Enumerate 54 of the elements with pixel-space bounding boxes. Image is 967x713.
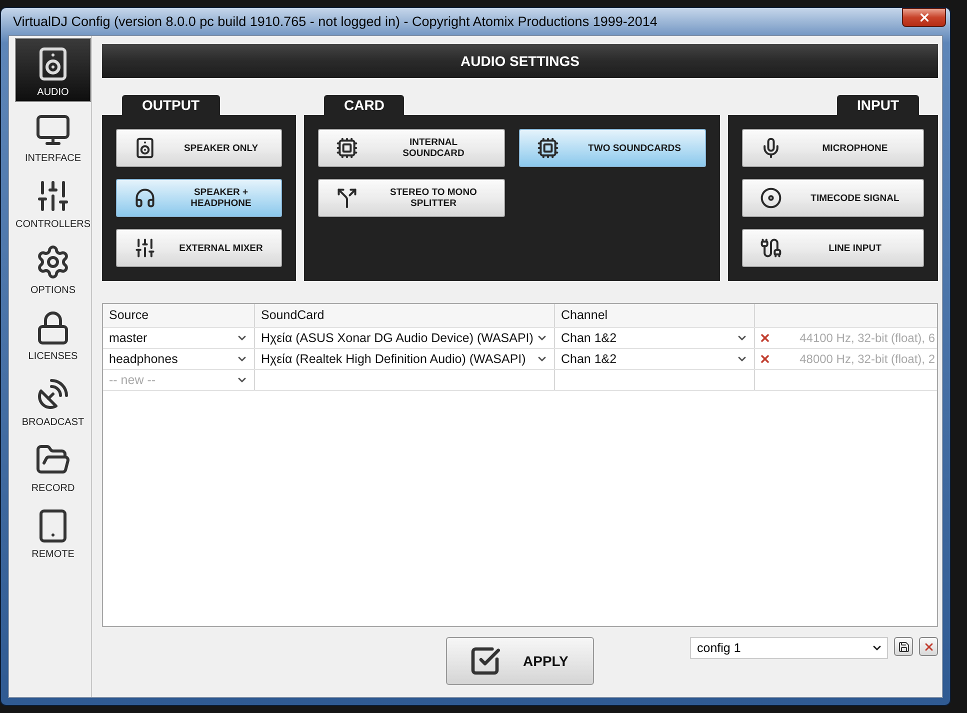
sidebar-item[interactable]: LICENSES	[15, 302, 91, 366]
monitor-icon	[35, 112, 71, 148]
apply-button[interactable]: APPLY	[446, 637, 594, 685]
option-button[interactable]: SPEAKER + HEADPHONE	[116, 179, 282, 217]
option-button[interactable]: STEREO TO MONO SPLITTER	[318, 179, 505, 217]
channel-dropdown[interactable]: Chan 1&2	[555, 349, 755, 369]
window-title: VirtualDJ Config (version 8.0.0 pc build 1910.765 - not logged in) - Copyright Atomix Productions 1999-2014	[13, 14, 658, 29]
sidebar-item[interactable]: CONTROLLERS	[15, 170, 91, 234]
option-button[interactable]: SPEAKER ONLY	[116, 129, 282, 167]
checkbox-icon	[469, 645, 501, 677]
option-button[interactable]: TWO SOUNDCARDS	[519, 129, 706, 167]
option-button[interactable]: EXTERNAL MIXER	[116, 229, 282, 267]
source-dropdown[interactable]: master	[103, 328, 255, 348]
cable-icon	[760, 237, 782, 259]
option-button[interactable]: LINE INPUT	[742, 229, 924, 267]
sidebar-item[interactable]: BROADCAST	[15, 368, 91, 432]
splitter-cable-icon	[336, 187, 358, 209]
option-button[interactable]: MICROPHONE	[742, 129, 924, 167]
option-button[interactable]: TIMECODE SIGNAL	[742, 179, 924, 217]
delete-icon	[922, 640, 934, 652]
sound-card-icon	[336, 137, 358, 159]
delete-button[interactable]	[919, 637, 938, 656]
channel-dropdown[interactable]: Chan 1&2	[555, 328, 755, 348]
sound-cards-icon	[537, 137, 559, 159]
sidebar-item[interactable]: INTERFACE	[15, 104, 91, 168]
option-button[interactable]: INTERNAL SOUNDCARD	[318, 129, 505, 167]
disc-icon	[760, 187, 782, 209]
source-dropdown[interactable]: headphones	[103, 349, 255, 369]
column-header: Channel	[555, 304, 755, 327]
close-icon	[918, 11, 930, 24]
sidebar-item[interactable]: RECORD	[15, 434, 91, 498]
headphones-icon	[134, 187, 156, 209]
sidebar-item[interactable]: AUDIO	[15, 38, 91, 102]
sidebar-item[interactable]: REMOTE	[15, 500, 91, 564]
lock-icon	[35, 310, 71, 346]
column-header: SoundCard	[255, 304, 555, 327]
remove-icon[interactable]	[759, 353, 771, 365]
save-icon	[898, 640, 910, 652]
satellite-dish-icon	[35, 376, 71, 412]
speaker-icon	[134, 137, 156, 159]
close-button[interactable]	[902, 8, 946, 27]
section-header: AUDIO SETTINGS	[102, 44, 938, 78]
save-button[interactable]	[894, 637, 913, 656]
column-header: Source	[103, 304, 255, 327]
soundcard-dropdown[interactable]: Ηχεία (Realtek High Definition Audio) (WASAPI)	[255, 349, 555, 369]
format-info: 48000 Hz, 32-bit (float), 2	[800, 352, 935, 366]
config-dropdown[interactable]: config 1	[690, 637, 888, 659]
gear-icon	[35, 244, 71, 280]
sliders-icon	[35, 178, 71, 214]
sliders-icon	[134, 237, 156, 259]
format-info: 44100 Hz, 32-bit (float), 6	[800, 331, 935, 345]
remove-icon[interactable]	[759, 332, 771, 344]
sidebar-item[interactable]: OPTIONS	[15, 236, 91, 300]
soundcard-dropdown[interactable]: Ηχεία (ASUS Xonar DG Audio Device) (WASAPI)	[255, 328, 555, 348]
